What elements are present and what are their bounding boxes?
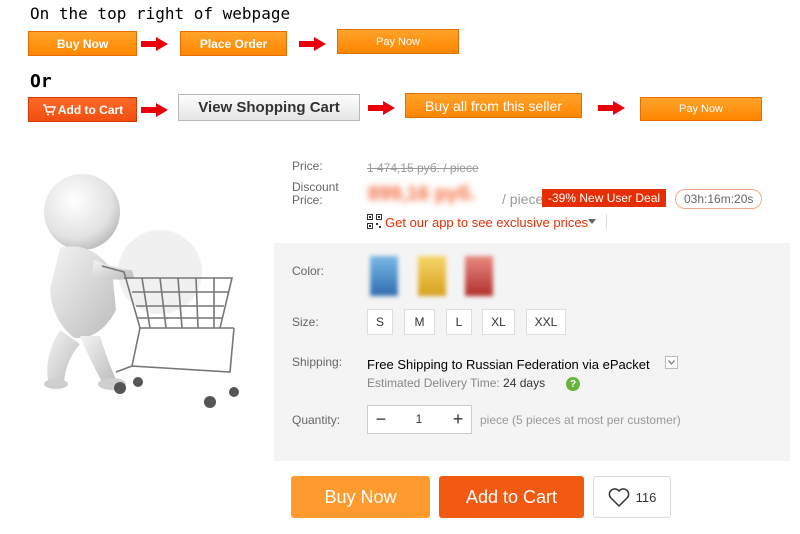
chevron-down-icon	[588, 219, 596, 224]
divider	[606, 214, 607, 230]
price-label: Price:	[292, 159, 323, 173]
buy-now-button[interactable]: Buy Now	[291, 476, 430, 518]
add-to-cart-button[interactable]: Add to Cart	[439, 476, 584, 518]
caption-or: Or	[30, 71, 52, 92]
quantity-note: piece (5 pieces at most per customer)	[480, 413, 681, 427]
per-piece-unit: / piece	[502, 191, 544, 207]
discount-price: 899,16 руб.	[368, 183, 476, 205]
product-image-cart-figure	[44, 174, 239, 408]
question-icon[interactable]: ?	[566, 377, 580, 391]
guide-view-cart-label: View Shopping Cart	[198, 99, 340, 116]
plus-icon[interactable]: +	[446, 406, 470, 433]
wishlist-button[interactable]: 116	[593, 476, 671, 518]
size-option-l[interactable]: L	[446, 309, 472, 335]
shipping-destination: Russian Federation via ePacket	[466, 357, 650, 372]
arrow-right-icon	[141, 37, 169, 51]
heart-icon	[608, 487, 629, 507]
arrow-right-icon	[598, 101, 626, 115]
new-user-deal-badge: -39% New User Deal	[542, 189, 667, 207]
color-swatch-yellow[interactable]	[418, 256, 446, 296]
guide-buy-now-button[interactable]: Buy Now	[28, 31, 137, 56]
size-option-xxl[interactable]: XXL	[526, 309, 566, 335]
discount-price-label: Discount Price:	[292, 180, 339, 207]
chevron-down-icon	[668, 360, 675, 365]
guide-place-order-button[interactable]: Place Order	[180, 31, 287, 56]
guide-place-order-label: Place Order	[199, 36, 268, 51]
size-option-m[interactable]: M	[404, 309, 435, 335]
old-price: 1 474,15 руб. / piece	[367, 161, 479, 175]
shipping-dropdown-toggle[interactable]	[665, 356, 678, 369]
wishlist-count: 116	[635, 489, 657, 505]
guide-add-to-cart-button[interactable]: Add to Cart	[28, 97, 137, 122]
guide-buy-all-seller-button[interactable]: Buy all from this seller	[405, 93, 582, 118]
guide-buy-now-label: Buy Now	[56, 36, 109, 51]
size-option-s[interactable]: S	[367, 309, 393, 335]
shipping-method: Free Shipping to Russian Federation via …	[367, 357, 650, 372]
color-swatch-blue[interactable]	[370, 256, 398, 296]
qr-code-icon	[367, 214, 382, 229]
free-shipping-text: Free Shipping	[367, 357, 448, 372]
guide-pay-now-label-2: Pay Now	[678, 103, 724, 115]
guide-view-cart-button[interactable]: View Shopping Cart	[178, 94, 360, 121]
delivery-time-label: Estimated Delivery Time:	[367, 376, 500, 390]
guide-pay-now-label: Pay Now	[375, 35, 421, 48]
color-swatch-red[interactable]	[465, 256, 493, 296]
quantity-stepper: − 1 +	[367, 405, 472, 434]
options-panel-background	[274, 243, 790, 461]
shipping-label: Shipping:	[292, 355, 343, 369]
guide-pay-now-button[interactable]: Pay Now	[337, 29, 459, 54]
minus-icon[interactable]: −	[369, 406, 393, 433]
quantity-input[interactable]: 1	[404, 412, 434, 426]
size-option-xl[interactable]: XL	[482, 309, 515, 335]
color-label: Color:	[292, 264, 325, 278]
add-to-cart-label: Add to Cart	[465, 486, 558, 507]
cart-icon	[42, 103, 56, 115]
delivery-time-value: 24 days	[503, 376, 546, 390]
caption-top-right: On the top right of webpage	[30, 4, 291, 23]
buy-now-label: Buy Now	[324, 486, 397, 507]
guide-pay-now-button-2[interactable]: Pay Now	[640, 97, 762, 121]
shipping-to-text: to	[451, 357, 463, 372]
guide-add-to-cart-label: Add to Cart	[57, 102, 124, 117]
arrow-right-icon	[141, 103, 169, 117]
arrow-right-icon	[299, 37, 327, 51]
guide-buy-all-seller-label: Buy all from this seller	[425, 97, 562, 114]
app-exclusive-prices-link[interactable]: Get our app to see exclusive prices	[385, 215, 588, 230]
size-label: Size:	[292, 315, 319, 329]
quantity-label: Quantity:	[292, 413, 341, 427]
deal-timer-badge: 03h:16m:20s	[675, 189, 763, 209]
arrow-right-icon	[368, 101, 396, 115]
delivery-time: Estimated Delivery Time: 24 days	[367, 376, 545, 390]
